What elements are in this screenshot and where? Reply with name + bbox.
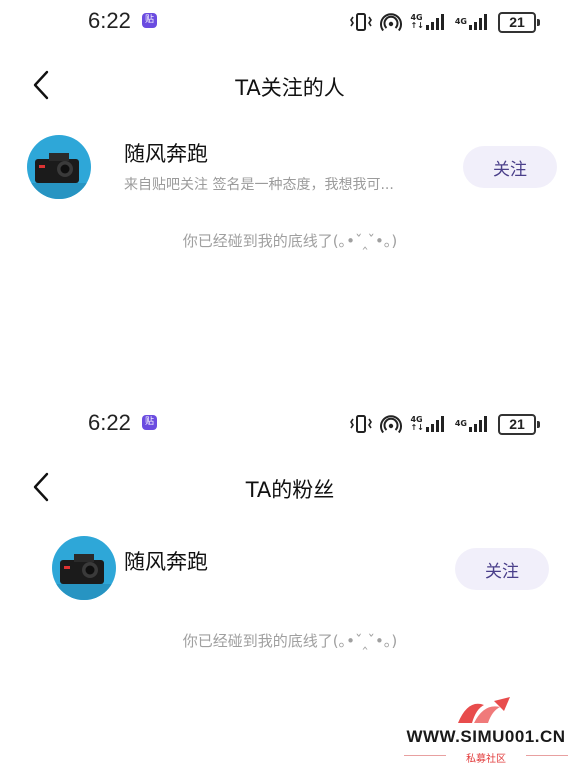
- user-name[interactable]: 随风奔跑: [124, 546, 208, 576]
- page-title: TA关注的人: [235, 76, 345, 100]
- end-of-list-text: 你已经碰到我的底线了(｡•ˇ‸ˇ•｡): [182, 632, 398, 650]
- watermark: WWW.SIMU001.CN 私募社区: [398, 695, 574, 767]
- network-arrows-a: ↑↓: [410, 21, 424, 30]
- tieba-notification-icon: 贴: [142, 13, 157, 28]
- avatar[interactable]: [52, 536, 116, 600]
- network-arrows-a: ↑↓: [410, 423, 424, 432]
- follow-button[interactable]: 关注: [463, 146, 557, 188]
- vibrate-icon: [350, 414, 373, 434]
- follow-button[interactable]: 关注: [455, 548, 549, 590]
- watermark-text: WWW.SIMU001.CN: [406, 727, 566, 746]
- user-bio: 来自贴吧关注 签名是一种态度，我想我可...: [124, 177, 394, 193]
- battery-icon: 21: [498, 413, 540, 435]
- signal-4g-icon: 4G ↑↓: [410, 415, 446, 433]
- nav-bar: TA关注的人: [0, 60, 580, 110]
- end-of-list-text: 你已经碰到我的底线了(｡•ˇ‸ˇ•｡): [182, 232, 398, 250]
- tieba-notification-icon: 贴: [142, 415, 157, 430]
- network-type-b: 4G: [454, 419, 467, 428]
- nav-bar: TA的粉丝: [0, 462, 580, 512]
- status-bar: 6:22 贴 4G ↑↓ 4G 21: [0, 402, 580, 446]
- signal-4g-icon: 4G ↑↓: [410, 13, 446, 31]
- vibrate-icon: [350, 12, 373, 32]
- signal-4g-icon-secondary: 4G: [455, 415, 490, 433]
- watermark-divider-right: [526, 755, 568, 756]
- hotspot-icon: [380, 12, 403, 32]
- user-name[interactable]: 随风奔跑: [124, 138, 208, 168]
- hotspot-icon: [380, 414, 403, 434]
- page-title: TA的粉丝: [245, 478, 335, 502]
- fans-screen: 6:22 贴 4G ↑↓ 4G 21 TA的粉丝 随风奔跑 关注 你已经碰到我的…: [0, 402, 580, 702]
- user-list-item[interactable]: 随风奔跑 来自贴吧关注 签名是一种态度，我想我可... 关注: [0, 128, 580, 208]
- status-bar: 6:22 贴 4G ↑↓ 4G 21: [0, 0, 580, 44]
- status-time: 6:22: [88, 8, 131, 33]
- avatar[interactable]: [27, 135, 91, 199]
- status-time: 6:22: [88, 410, 131, 435]
- user-list-item[interactable]: 随风奔跑 关注: [0, 530, 580, 610]
- status-icons: 4G ↑↓ 4G 21: [350, 412, 540, 436]
- status-icons: 4G ↑↓ 4G 21: [350, 10, 540, 34]
- following-screen: 6:22 贴 4G ↑↓ 4G 21 TA关注的人 随风奔跑 来自贴吧关注 签名…: [0, 0, 580, 390]
- watermark-subtext: 私募社区: [466, 754, 506, 765]
- network-type-b: 4G: [454, 17, 467, 26]
- watermark-logo-icon: [458, 697, 510, 723]
- signal-4g-icon-secondary: 4G: [455, 13, 490, 31]
- battery-icon: 21: [498, 11, 540, 33]
